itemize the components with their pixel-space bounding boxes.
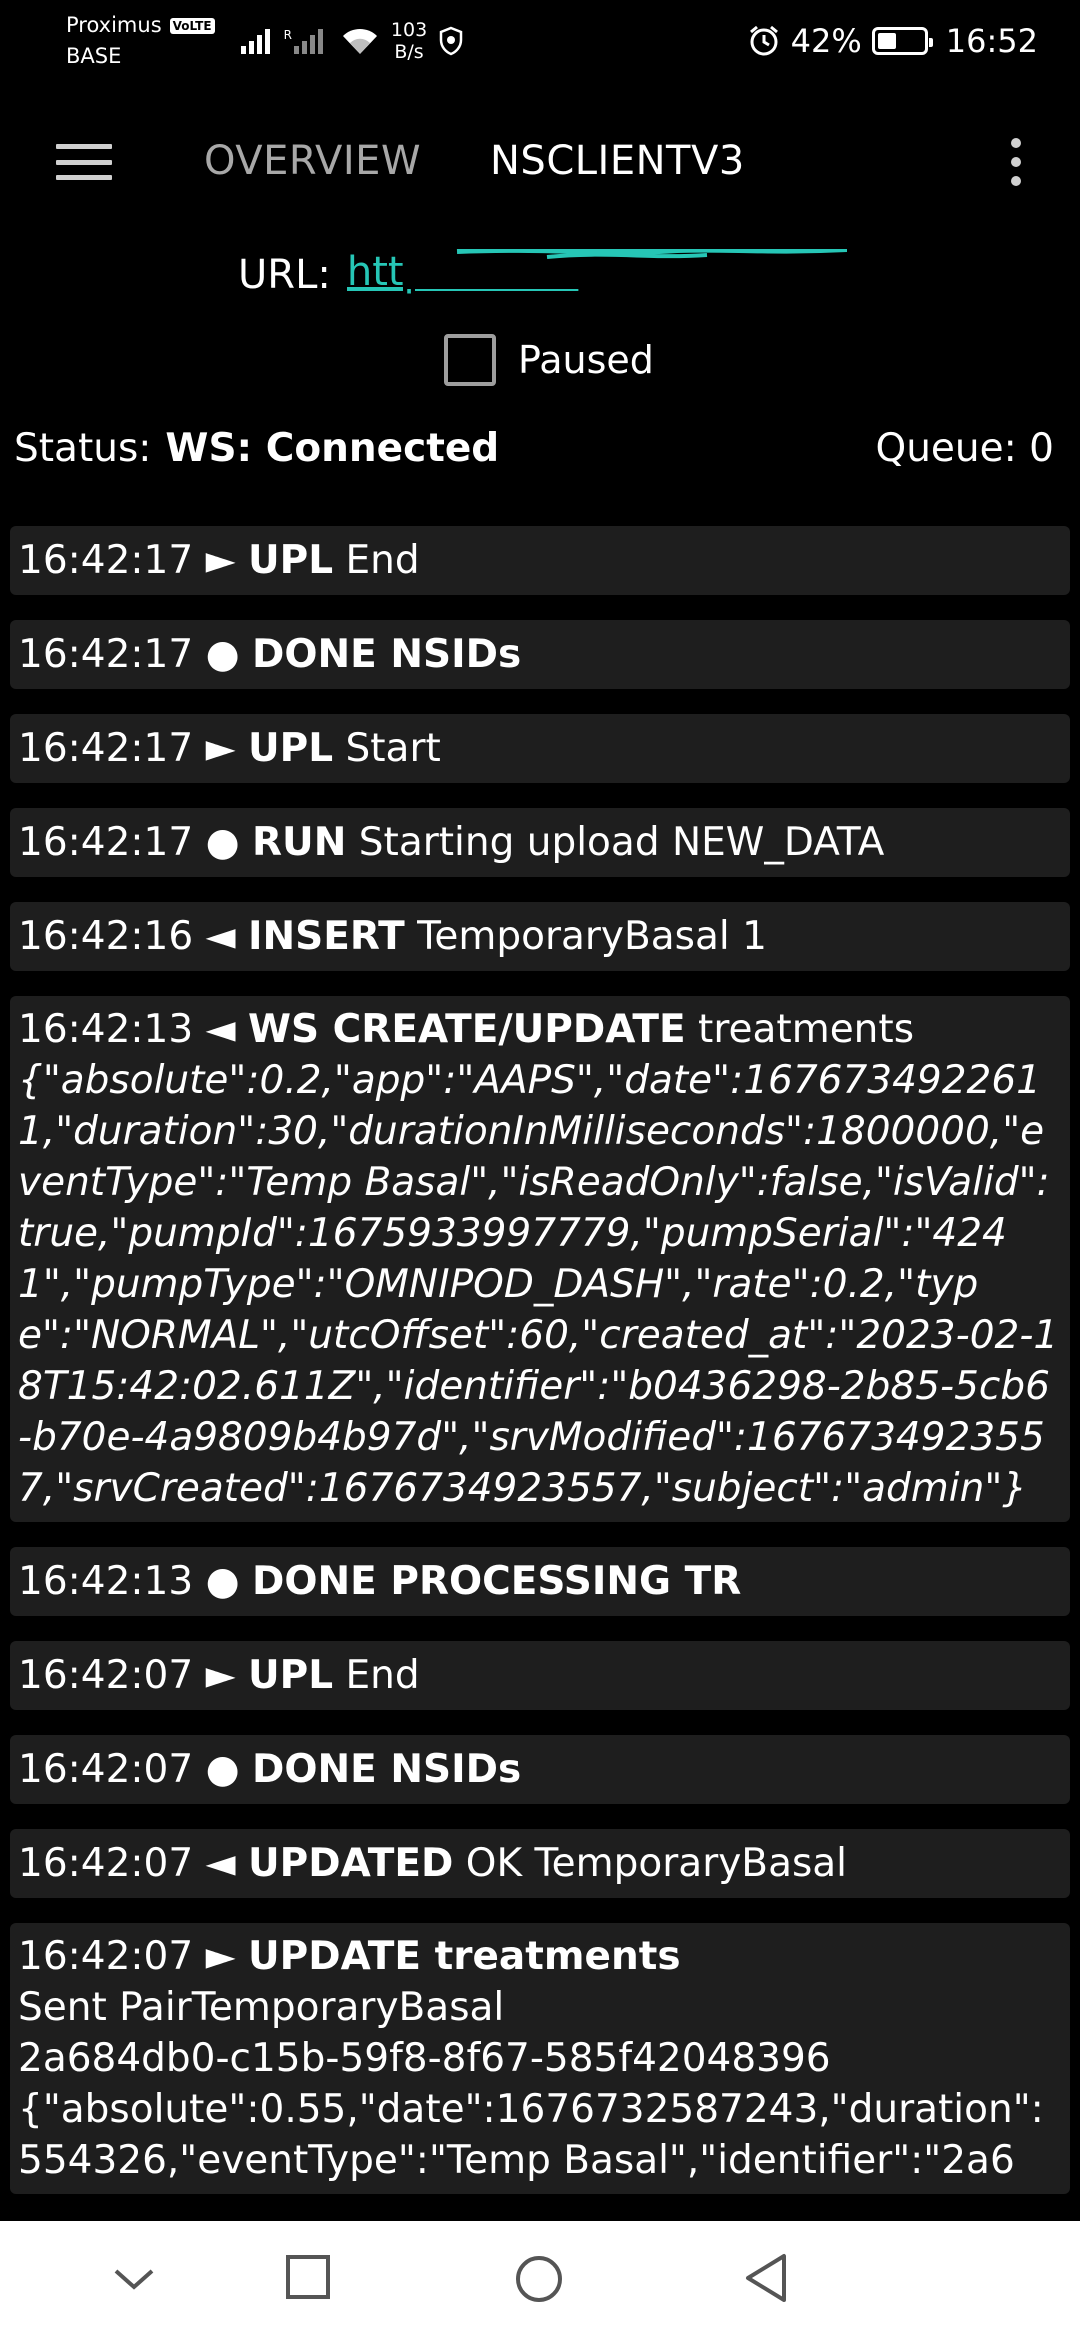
roaming-mark: R <box>283 28 292 42</box>
log-text: TemporaryBasal 1 <box>417 914 767 959</box>
queue-count: Queue: 0 <box>875 426 1054 471</box>
hide-nav-icon[interactable] <box>112 2267 156 2293</box>
url-link[interactable]: https://...de <box>347 249 847 301</box>
wifi-icon <box>342 28 377 54</box>
tab-overview[interactable]: OVERVIEW <box>204 138 421 184</box>
log-marker-icon: ► <box>205 1653 236 1698</box>
log-marker-icon: ● <box>205 820 240 865</box>
log-detail-id: 2a684db0-c15b-59f8-8f67-585f42048396 <box>18 2036 831 2081</box>
log-action: WS CREATE/UPDATE <box>247 1007 686 1052</box>
paused-row: Paused <box>444 334 654 386</box>
log-marker-icon: ◄ <box>205 1841 236 1886</box>
log-time: 16:42:16 <box>18 914 194 959</box>
log-text: Start <box>345 726 441 771</box>
log-item: 16:42:13 ● DONE PROCESSING TR <box>10 1547 1070 1616</box>
log-marker-icon: ► <box>205 726 236 771</box>
log-action: UPL <box>247 726 334 771</box>
status-row: Status: WS: Connected Queue: 0 <box>14 426 1054 471</box>
alarm-icon <box>749 25 778 56</box>
log-text: Starting upload NEW_DATA <box>358 820 885 865</box>
log-json: {"absolute":0.2,"app":"AAPS","date":1676… <box>18 1058 1059 1511</box>
log-item: 16:42:07 ● DONE NSIDs <box>10 1735 1070 1804</box>
carrier-secondary: BASE <box>66 44 122 68</box>
status-value: WS: Connected <box>165 426 500 471</box>
clock: 16:52 <box>945 22 1038 60</box>
navigation-bar <box>0 2221 1080 2340</box>
log-action: UPDATED <box>247 1841 454 1886</box>
log-time: 16:42:17 <box>18 726 194 771</box>
log-action: UPL <box>247 1653 334 1698</box>
log-text: treatments <box>698 1007 915 1052</box>
network-speed: 103 B/s <box>391 19 427 63</box>
log-marker-icon: ◄ <box>205 1007 236 1052</box>
paused-label: Paused <box>518 338 654 382</box>
log-marker-icon: ● <box>205 1747 240 1792</box>
log-marker-icon: ● <box>205 632 240 677</box>
log-action: RUN <box>252 820 347 865</box>
log-detail: Sent PairTemporaryBasal <box>18 1985 505 2030</box>
log-time: 16:42:07 <box>18 1653 194 1698</box>
log-item: 16:42:17 ► UPL Start <box>10 714 1070 783</box>
log-item: 16:42:07 ► UPL End <box>10 1641 1070 1710</box>
log-action: DONE NSIDs <box>252 1747 522 1792</box>
log-marker-icon: ● <box>205 1559 240 1604</box>
carrier-name: Proximus <box>66 13 162 37</box>
log-time: 16:42:13 <box>18 1559 194 1604</box>
log-time: 16:42:17 <box>18 820 194 865</box>
log-item: 16:42:17 ► UPL End <box>10 526 1070 595</box>
url-row: URL: https://...de <box>238 245 847 305</box>
log-time: 16:42:07 <box>18 1934 194 1979</box>
paused-checkbox[interactable] <box>444 334 496 386</box>
log-text: End <box>345 1653 420 1698</box>
log-item: 16:42:17 ● RUN Starting upload NEW_DATA <box>10 808 1070 877</box>
log-action: UPL <box>247 538 334 583</box>
log-time: 16:42:17 <box>18 632 194 677</box>
log-item: 16:42:16 ◄ INSERT TemporaryBasal 1 <box>10 902 1070 971</box>
log-json: {"absolute":0.55,"date":1676732587243,"d… <box>18 2087 1044 2183</box>
log-item: 16:42:07 ► UPDATE treatments Sent PairTe… <box>10 1923 1070 2194</box>
volte-badge: VoLTE <box>169 17 215 34</box>
recents-icon[interactable] <box>285 2254 331 2300</box>
log-action: INSERT <box>247 914 405 959</box>
status-label: Status: <box>14 426 152 471</box>
signal-icon <box>240 28 270 54</box>
overflow-menu-icon[interactable] <box>1006 134 1026 190</box>
url-label: URL: <box>238 252 331 298</box>
log-item: 16:42:13 ◄ WS CREATE/UPDATE treatments {… <box>10 996 1070 1522</box>
net-speed-value: 103 <box>390 19 428 41</box>
battery-percent: 42% <box>790 22 862 60</box>
tab-nsclientv3[interactable]: NSCLIENTV3 <box>490 138 745 184</box>
log-marker-icon: ► <box>205 538 236 583</box>
back-icon[interactable] <box>744 2252 790 2304</box>
log-time: 16:42:07 <box>18 1747 194 1792</box>
home-icon[interactable] <box>514 2254 564 2304</box>
log-text: OK TemporaryBasal <box>465 1841 848 1886</box>
status-bar: Proximus VoLTE BASE R 103 B/s 42% 16:52 <box>0 0 1080 82</box>
log-item: 16:42:07 ◄ UPDATED OK TemporaryBasal <box>10 1829 1070 1898</box>
log-action: UPDATE treatments <box>247 1934 681 1979</box>
vpn-shield-icon <box>439 26 463 56</box>
battery-icon <box>871 27 933 55</box>
url-value: https://...de <box>346 249 579 295</box>
net-speed-unit: B/s <box>394 41 424 63</box>
log-action: DONE NSIDs <box>252 632 522 677</box>
log-list[interactable]: 16:42:17 ► UPL End 16:42:17 ● DONE NSIDs… <box>10 526 1070 2221</box>
log-text: End <box>345 538 420 583</box>
log-item: 16:42:17 ● DONE NSIDs <box>10 620 1070 689</box>
log-action: DONE PROCESSING TR <box>252 1559 742 1604</box>
app-bar: OVERVIEW NSCLIENTV3 <box>0 120 1080 204</box>
log-marker-icon: ► <box>205 1934 236 1979</box>
log-marker-icon: ◄ <box>205 914 236 959</box>
hamburger-menu-icon[interactable] <box>54 140 114 184</box>
log-time: 16:42:07 <box>18 1841 194 1886</box>
log-time: 16:42:17 <box>18 538 194 583</box>
log-time: 16:42:13 <box>18 1007 194 1052</box>
signal-roaming-icon: R <box>284 28 323 54</box>
carrier-info: Proximus VoLTE BASE <box>66 10 215 72</box>
